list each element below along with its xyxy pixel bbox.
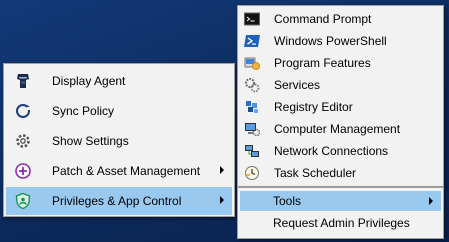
tools-item-registry-editor[interactable]: Registry Editor xyxy=(240,96,441,118)
menu-item-label: Show Settings xyxy=(52,134,129,148)
shield-icon xyxy=(15,192,31,210)
submenu-arrow-icon xyxy=(220,166,224,174)
patch-icon xyxy=(15,163,31,179)
tools-item-label: Registry Editor xyxy=(274,100,353,114)
menu-item-display-agent[interactable]: Display Agent xyxy=(6,67,232,95)
agent-icon xyxy=(17,74,29,88)
tools-item-label: Program Features xyxy=(274,56,371,70)
submenu-item-label: Tools xyxy=(273,194,302,208)
submenu-item-request-admin-privileges[interactable]: Request Admin Privileges xyxy=(240,213,441,233)
tools-menu: Command Prompt Windows PowerShell Progra… xyxy=(237,5,444,187)
tools-item-network-connections[interactable]: Network Connections xyxy=(240,140,441,162)
tools-item-program-features[interactable]: Program Features xyxy=(240,52,441,74)
tools-item-computer-management[interactable]: Computer Management xyxy=(240,118,441,140)
tools-item-task-scheduler[interactable]: Task Scheduler xyxy=(240,162,441,184)
tools-item-label: Services xyxy=(274,78,321,92)
menu-item-show-settings[interactable]: Show Settings xyxy=(6,127,232,155)
tools-item-label: Windows PowerShell xyxy=(274,34,387,48)
submenu-arrow-icon xyxy=(429,197,433,205)
computer-management-icon xyxy=(245,123,260,137)
tools-item-label: Computer Management xyxy=(274,122,401,136)
menu-item-label: Privileges & App Control xyxy=(52,194,182,208)
tools-item-label: Task Scheduler xyxy=(274,166,357,180)
scheduler-icon xyxy=(245,166,259,180)
privileges-submenu: Tools Request Admin Privileges xyxy=(237,187,444,239)
tools-item-command-prompt[interactable]: Command Prompt xyxy=(240,8,441,30)
submenu-arrow-icon xyxy=(220,196,224,204)
command-prompt-icon xyxy=(244,12,260,26)
tools-item-label: Network Connections xyxy=(274,144,389,158)
menu-item-label: Sync Policy xyxy=(52,104,115,118)
submenu-item-tools[interactable]: Tools xyxy=(240,191,441,211)
network-icon xyxy=(245,145,259,157)
tools-item-services[interactable]: Services xyxy=(240,74,441,96)
powershell-icon xyxy=(244,35,260,47)
tools-item-windows-powershell[interactable]: Windows PowerShell xyxy=(240,30,441,52)
tray-context-menu: Display Agent Sync Policy Show Settings … xyxy=(3,63,235,217)
programs-icon xyxy=(244,57,260,70)
menu-item-label: Patch & Asset Management xyxy=(52,164,201,178)
gear-icon xyxy=(16,134,30,148)
menu-item-privileges-app-control[interactable]: Privileges & App Control xyxy=(6,187,232,215)
tools-item-label: Command Prompt xyxy=(274,12,372,26)
menu-item-label: Display Agent xyxy=(52,74,126,88)
menu-item-patch-asset-management[interactable]: Patch & Asset Management xyxy=(6,157,232,185)
services-icon xyxy=(245,78,260,93)
submenu-item-label: Request Admin Privileges xyxy=(273,216,410,230)
registry-icon xyxy=(246,101,258,113)
sync-icon xyxy=(16,104,31,118)
menu-item-sync-policy[interactable]: Sync Policy xyxy=(6,97,232,125)
